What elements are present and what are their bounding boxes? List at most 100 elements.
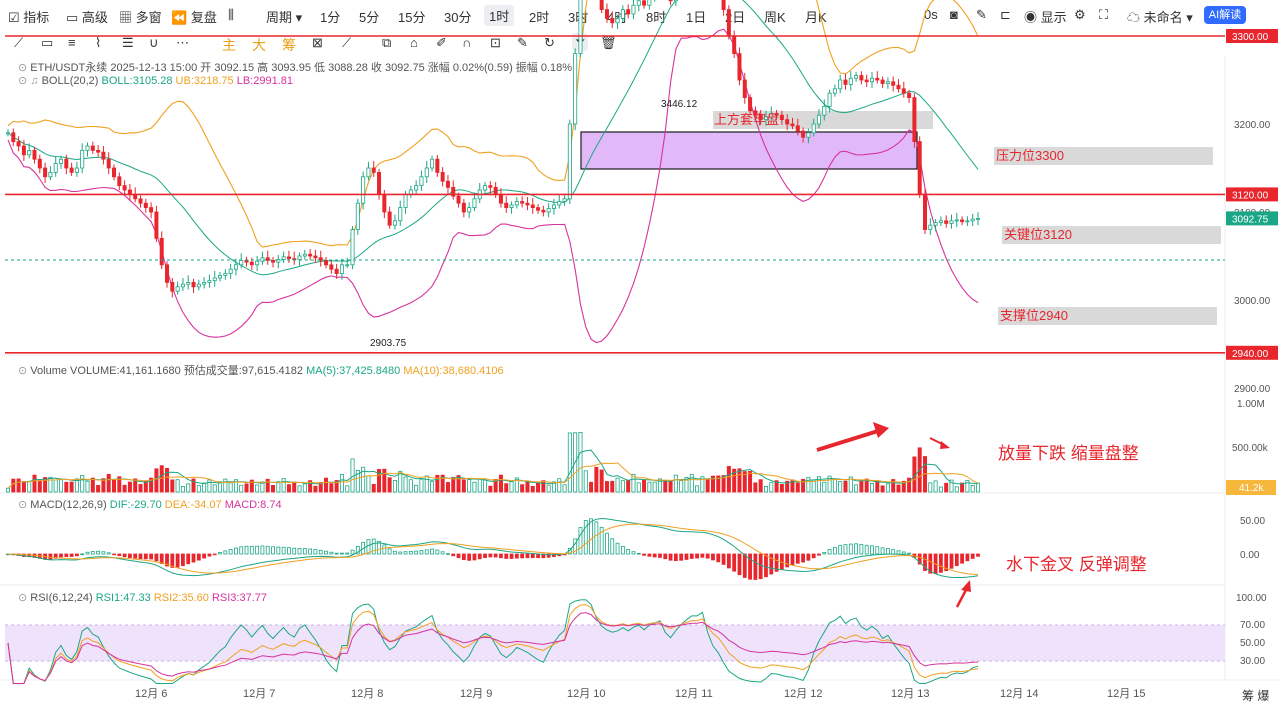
magnet-icon[interactable]: ∩ <box>462 35 471 50</box>
main-force-button[interactable]: 主 <box>222 35 236 55</box>
collapse-icon[interactable]: ⊙ <box>18 62 27 74</box>
macd-bar <box>302 548 307 555</box>
wave-tool-icon[interactable]: ⌇ <box>95 35 101 51</box>
macd-bar <box>562 553 567 556</box>
candle-body <box>106 158 111 169</box>
tb-multi-window[interactable]: ▦ 多窗 <box>119 7 162 26</box>
tag-icon[interactable]: ⌂ <box>410 35 418 50</box>
ai-interpret-button[interactable]: AI解读 <box>1204 6 1246 24</box>
time-axis: 12月 6 12月 7 12月 8 12月 9 12月 10 12月 11 12月 12 12… <box>135 688 1146 700</box>
tb-replay[interactable]: ⏪ 复盘 <box>171 7 217 26</box>
candle-body <box>848 77 853 85</box>
tb-2d[interactable]: 2日 <box>725 7 745 26</box>
high-price-label: 3446.12 <box>661 99 698 110</box>
candle-body <box>175 286 180 292</box>
layout-icon[interactable]: ⊏ <box>1000 7 1011 23</box>
settings-icon[interactable]: ⊙ <box>18 499 27 511</box>
copy-icon[interactable]: ⧉ <box>382 35 391 51</box>
time-tick: 12月 7 <box>243 688 275 700</box>
tb-indicator[interactable]: ☑ 指标 <box>8 7 49 26</box>
macd-bar <box>764 553 768 578</box>
volume-bar <box>154 468 159 493</box>
tb-display[interactable]: ◉ 显示 <box>1024 7 1067 26</box>
tb-1d[interactable]: 1日 <box>686 7 706 26</box>
tb-1h[interactable]: 1时 <box>484 5 515 26</box>
time-tick: 12月 9 <box>460 688 492 700</box>
tb-2h[interactable]: 2时 <box>529 7 549 26</box>
tb-4h[interactable]: 4时 <box>607 7 627 26</box>
settings-icon[interactable]: ⊙ <box>18 75 27 87</box>
parallel-tool-icon[interactable]: ≡ <box>68 35 76 50</box>
volume-bar <box>165 468 170 493</box>
candle-body <box>493 186 498 195</box>
fib-tool-icon[interactable]: ☰ <box>122 35 134 51</box>
candle-body <box>6 132 11 135</box>
camera-icon[interactable]: ◙ <box>950 7 958 22</box>
macd-bar <box>64 553 69 557</box>
volume-bar <box>578 431 583 493</box>
tb-period[interactable]: 周期 ▾ <box>266 7 302 26</box>
volume-bar <box>689 473 694 493</box>
bell-icon: ♫ <box>30 75 39 87</box>
tb-advanced[interactable]: ▭ 高级 <box>66 7 108 26</box>
time-tick: 12月 8 <box>351 688 383 700</box>
symbol-info-row: ⊙ ETH/USDT永续 2025-12-13 15:00 开 3092.15 … <box>18 59 572 75</box>
tb-week[interactable]: 周K <box>764 7 786 26</box>
macd-bar <box>340 552 344 555</box>
chips-button[interactable]: 筹 <box>282 35 296 55</box>
tb-month[interactable]: 月K <box>805 7 827 26</box>
macd-bar <box>175 553 180 568</box>
line-tool-icon[interactable]: ⟋ <box>14 35 23 51</box>
rect-tool-icon[interactable]: ▭ <box>41 35 53 51</box>
tb-layout-name[interactable]: ☁ 未命名 ▾ <box>1127 7 1193 26</box>
candle-body <box>557 201 562 206</box>
volume-bar <box>748 470 753 493</box>
candle-body <box>101 151 106 160</box>
tb-1m[interactable]: 1分 <box>320 7 340 26</box>
volume-bar <box>6 487 11 493</box>
macd-bar <box>923 553 927 571</box>
pencil-icon[interactable]: ✎ <box>976 7 987 23</box>
rsi1-line <box>7 599 979 684</box>
filter-icon[interactable]: ⏷ <box>572 33 589 51</box>
trash-icon[interactable]: 🗑 <box>600 35 617 51</box>
candle-body <box>276 259 281 263</box>
big-order-button[interactable]: 大 <box>252 35 266 55</box>
volume-bar <box>212 484 217 493</box>
macd-bar <box>541 553 546 559</box>
gear-icon[interactable]: ⚙ <box>1074 7 1086 23</box>
volume-bar <box>907 477 912 493</box>
tb-5m[interactable]: 5分 <box>359 7 379 26</box>
macd-bar <box>652 553 657 558</box>
volume-bar <box>271 485 276 493</box>
volume-bar <box>938 486 943 493</box>
candle-body <box>488 185 493 188</box>
candle-body <box>218 274 223 279</box>
tb-3h[interactable]: 3时 <box>568 7 588 26</box>
lock-icon[interactable]: ⊡ <box>490 35 501 51</box>
volume-bar <box>551 481 556 493</box>
settings-icon[interactable]: ⊙ <box>18 365 27 377</box>
candle-body <box>875 77 880 81</box>
more-tools-icon[interactable]: ⋯ <box>176 35 189 51</box>
volume-bar <box>461 479 466 493</box>
tb-30m[interactable]: 30分 <box>444 7 471 26</box>
edit-icon[interactable]: ✎ <box>517 35 528 51</box>
candle-body <box>80 149 85 169</box>
text-tool-icon[interactable]: ⊠ <box>312 35 323 51</box>
settings-icon[interactable]: ⊙ <box>18 592 27 604</box>
volume-bar <box>101 478 106 493</box>
fullscreen-icon[interactable]: ⛶ <box>1099 7 1108 23</box>
brush-icon[interactable]: ✐ <box>436 35 447 51</box>
price-tick: 2900.00 <box>1234 384 1271 395</box>
refresh-icon[interactable]: ↻ <box>544 35 555 51</box>
tb-chart-type[interactable]: ⫼ <box>228 7 234 23</box>
macd-bar <box>605 532 609 555</box>
measure-tool-icon[interactable]: ⟋ <box>342 35 351 51</box>
tb-15m[interactable]: 15分 <box>398 7 425 26</box>
candle-body <box>514 201 519 206</box>
candle-body <box>334 268 339 275</box>
tb-8h[interactable]: 8时 <box>646 7 666 26</box>
arc-tool-icon[interactable]: ∪ <box>149 35 159 51</box>
macd-bar <box>758 553 763 580</box>
